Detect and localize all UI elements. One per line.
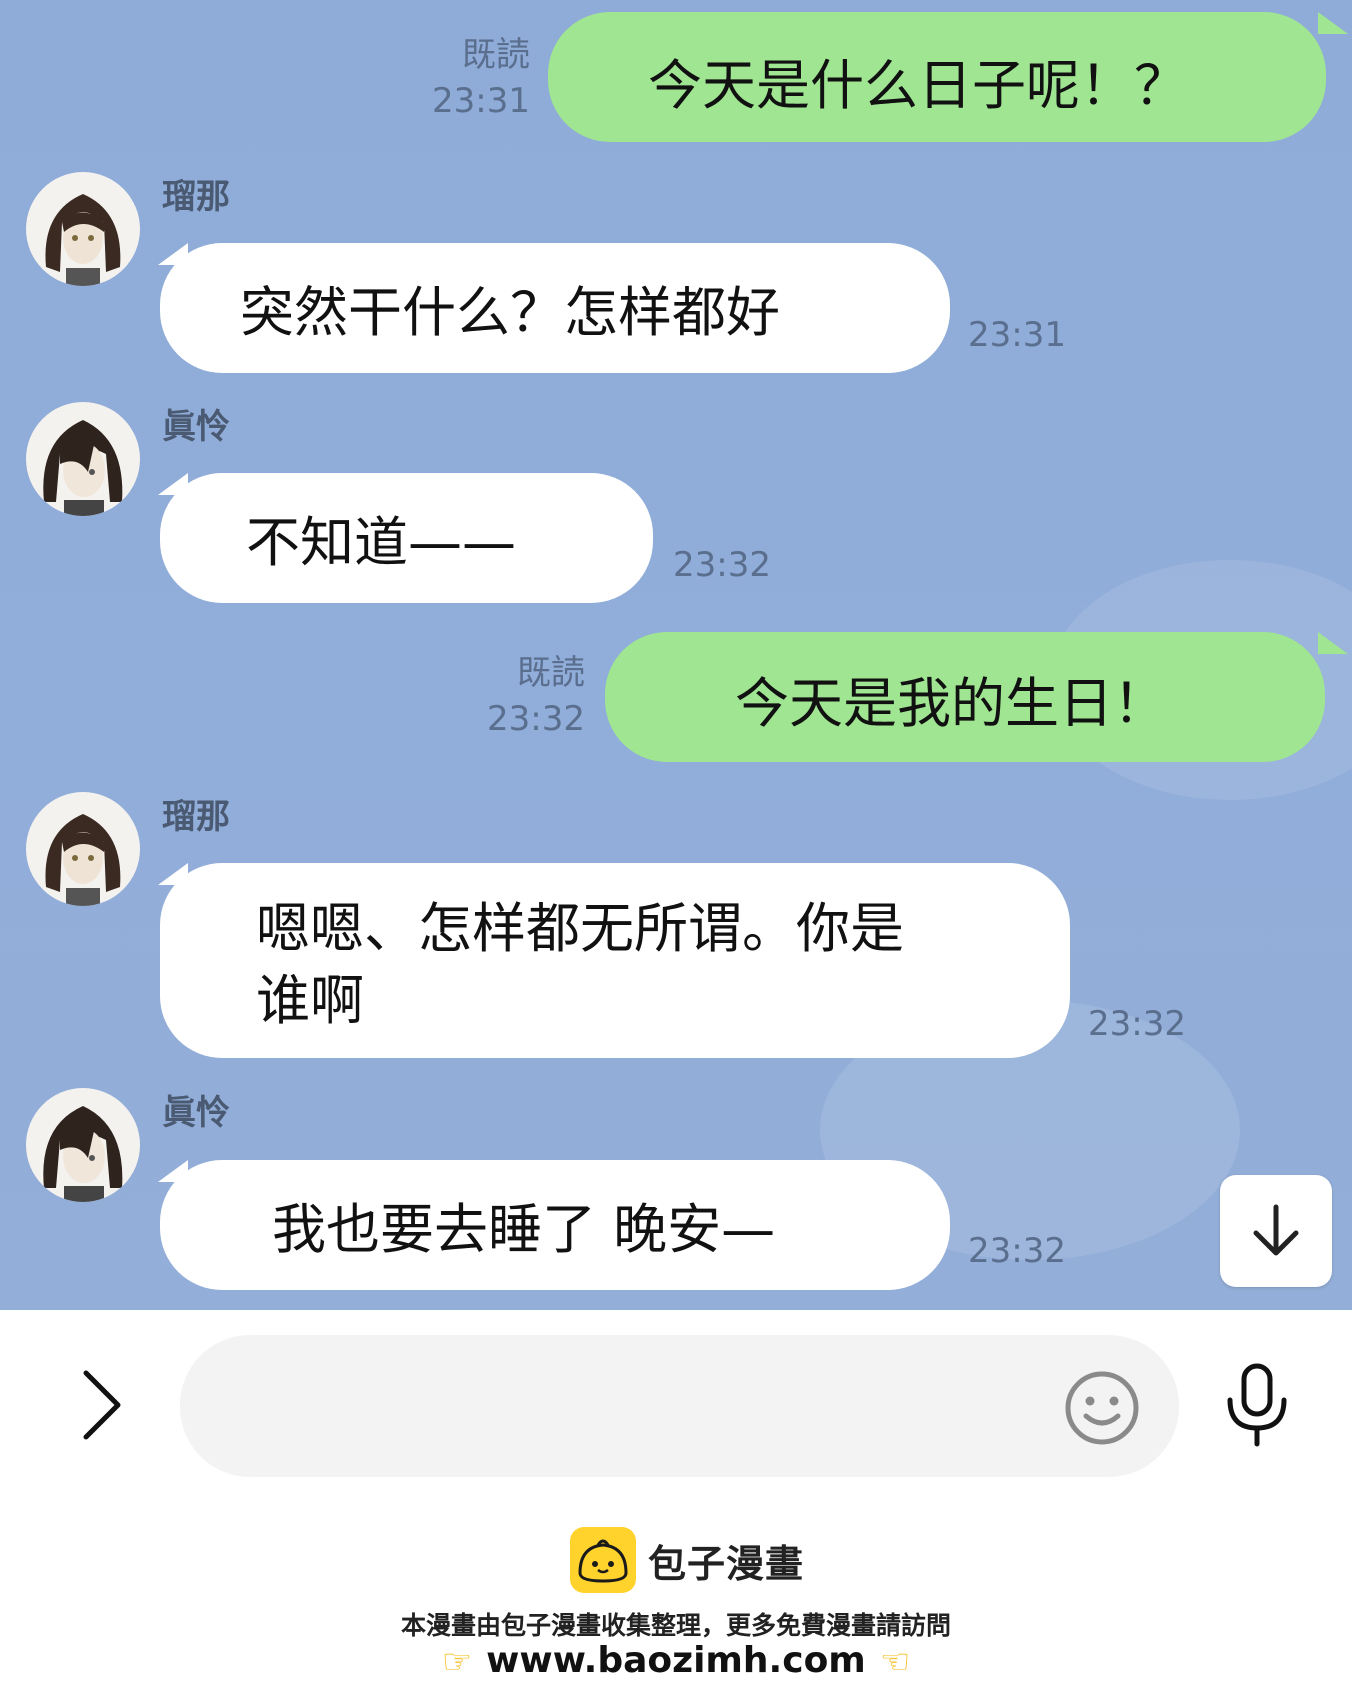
incoming-message[interactable]: 嗯嗯、怎样都无所谓。你是 谁啊 [160,863,1070,1058]
message-text: 今天是什么日子呢！？ [648,54,1188,117]
message-text: 谁啊 [256,969,364,1032]
outgoing-message[interactable]: 今天是我的生日！ [605,632,1325,762]
sender-name: 瑠那 [162,797,230,837]
watermark-notice: 本漫畫由包子漫畫收集整理，更多免費漫畫請訪問 [400,1611,951,1640]
message-time: 23:32 [968,1231,1066,1271]
message-text: 我也要去睡了 晚安— [272,1198,776,1261]
message-time: 23:32 [1088,1004,1186,1044]
message-text: 突然干什么？怎样都好 [240,281,780,344]
watermark-url[interactable]: www.baozimh.com [486,1640,866,1681]
watermark-footer: 包子漫畫 本漫畫由包子漫畫收集整理，更多免費漫畫請訪問 ☞ www.baozimh… [0,1500,1352,1700]
smiley-icon [1065,1371,1139,1445]
avatar[interactable] [26,1088,140,1202]
bubble-tail [1318,632,1348,654]
bubble-tail [158,243,188,265]
chat-area[interactable]: 既読 23:31 今天是什么日子呢！？ 瑠那 突然干什么？怎样都好 23:31 … [0,0,1352,1310]
bun-logo-icon [570,1527,636,1593]
bubble-tail [1318,12,1348,34]
avatar[interactable] [26,402,140,516]
incoming-message[interactable]: 突然干什么？怎样都好 [160,243,950,373]
pointing-hand-left-icon: ☜ [879,1642,911,1682]
bubble-tail [158,1160,188,1182]
pointing-hand-right-icon: ☞ [441,1642,473,1682]
message-time: 23:32 [673,545,771,585]
message-text: 今天是我的生日！ [735,672,1167,735]
read-receipt: 既読 23:31 [432,35,530,121]
brand-logo-row: 包子漫畫 [570,1525,804,1595]
message-input[interactable] [180,1335,1179,1477]
sender-name: 眞怜 [162,1093,230,1133]
expand-button[interactable] [72,1365,132,1445]
scroll-to-bottom-button[interactable] [1220,1175,1332,1287]
watermark-url-row: ☞ www.baozimh.com ☜ [0,1640,1352,1682]
incoming-message[interactable]: 我也要去睡了 晚安— [160,1160,950,1290]
arrow-down-icon [1253,1204,1299,1256]
emoji-button[interactable] [1062,1368,1142,1452]
message-text: 嗯嗯、怎样都无所谓。你是 [256,897,904,960]
avatar[interactable] [26,172,140,286]
bubble-tail [158,473,188,495]
brand-name: 包子漫畫 [648,1541,805,1586]
mic-button[interactable] [1222,1360,1292,1454]
message-time: 23:31 [968,315,1066,355]
microphone-icon [1227,1363,1287,1447]
chevron-right-icon [83,1370,121,1440]
incoming-message[interactable]: 不知道—— [160,473,653,603]
sender-name: 瑠那 [162,177,230,217]
read-receipt: 既読 23:32 [487,653,585,739]
bubble-tail [158,863,188,885]
sender-name: 眞怜 [162,407,230,447]
outgoing-message[interactable]: 今天是什么日子呢！？ [548,12,1326,142]
message-text: 不知道—— [246,511,516,574]
avatar[interactable] [26,792,140,906]
